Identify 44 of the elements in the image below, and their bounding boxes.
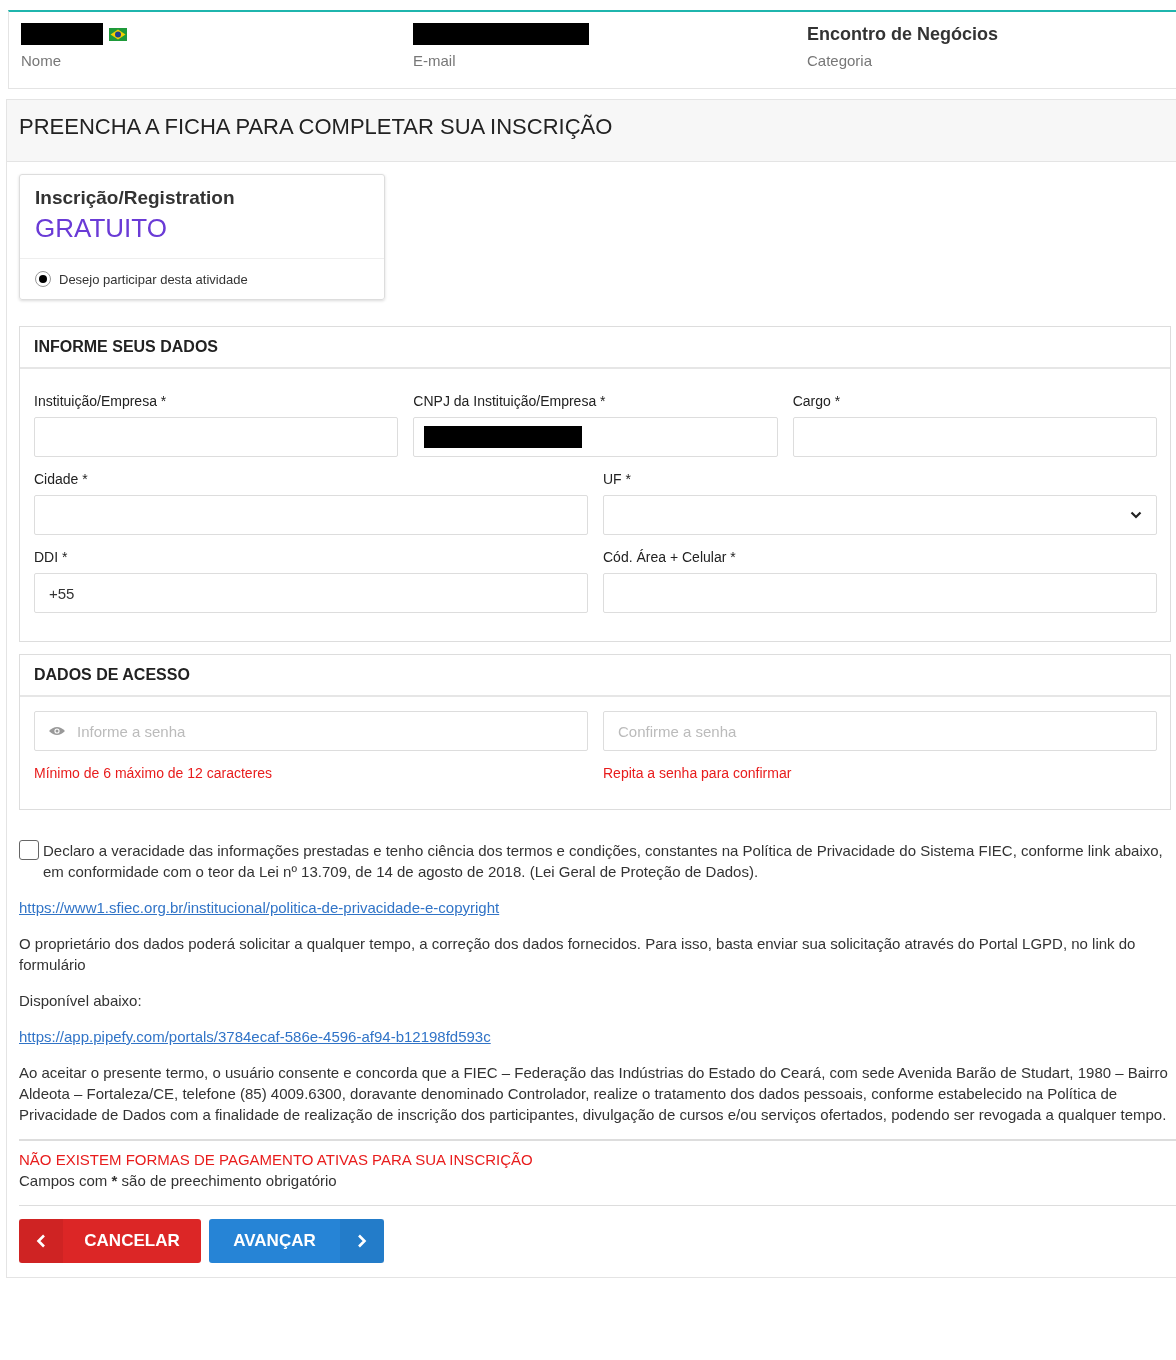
next-button[interactable]: AVANÇAR xyxy=(209,1219,384,1263)
chevron-right-icon xyxy=(357,1234,367,1248)
ticket-price: GRATUITO xyxy=(35,213,168,244)
input-field[interactable]: +55 xyxy=(34,573,588,613)
paragraph: Disponível abaixo: xyxy=(19,991,143,1011)
field-label: DDI * xyxy=(34,549,69,565)
input-field[interactable] xyxy=(792,417,1157,457)
input-field[interactable] xyxy=(34,417,399,457)
consent-text: Declaro a veracidade das informações prestadas e tenho ciência dos termos e condições, constantes na Política de Privacidade do Sistema FIEC, conforme link abaixo, em conformidade com o teor da Lei nº 13.709, de 14 de agosto de 2018. (Lei Geral de Proteção de Dados). xyxy=(43,841,1164,882)
input-field[interactable] xyxy=(34,495,588,535)
paragraph: Ao aceitar o presente termo, o usuário consente e concorda que a FIEC – Federação das Indústrias do Estado do Ceará, com sede Avenida Barão de Studart, 1980 – Bairro Aldeota – Fortaleza/CE, telefone (85) 4009.6300, doravante denominado Controlador, realize o tratamento dos dados pessoais, conforme estabelecido na Política de Privacidade de Dados com a finalidade de realização de inscrição dos participantes, divulgação de cursos e/ou serviços ofertados, podendo ser revogada a qualquer tempo. xyxy=(19,1063,1169,1125)
field-label: Cidade * xyxy=(34,471,89,487)
placeholder-text: Confirme a senha xyxy=(618,722,737,740)
cancel-button[interactable]: CANCELAR xyxy=(19,1219,201,1263)
link[interactable]: https://www1.sfiec.org.br/institucional/politica-de-privacidade-e-copyright xyxy=(19,899,500,916)
field-label: Cód. Área + Celular * xyxy=(603,549,737,565)
hint-text: Repita a senha para confirmar xyxy=(603,765,793,781)
input-field[interactable] xyxy=(413,417,778,457)
link[interactable]: https://app.pipefy.com/portals/3784ecaf-586e-4596-af94-b12198fd593c xyxy=(19,1028,491,1045)
option-label: Desejo participar desta atividade xyxy=(59,271,248,287)
field-label: CNPJ da Instituição/Empresa * xyxy=(413,393,607,409)
section-title: DADOS DE ACESSO xyxy=(20,655,1170,697)
hint-text: Mínimo de 6 máximo de 12 caracteres xyxy=(34,765,274,781)
field-label: UF * xyxy=(603,471,632,487)
form-title: PREENCHA A FICHA PARA COMPLETAR SUA INSCRIÇÃO xyxy=(7,100,1176,162)
field-label: Nome xyxy=(21,52,62,69)
ticket-title: Inscrição/Registration xyxy=(35,187,236,209)
input-field[interactable] xyxy=(603,573,1157,613)
eye-icon xyxy=(49,726,65,736)
chevron-left-icon xyxy=(36,1234,46,1248)
placeholder-text: Informe a senha xyxy=(77,722,186,740)
category-value: Encontro de Negócios xyxy=(807,23,999,45)
field-label: Cargo * xyxy=(792,393,842,409)
field-label: E-mail xyxy=(413,52,457,69)
required-note: Campos com * são de preechimento obrigatório xyxy=(19,1172,338,1189)
payment-notice: NÃO EXISTEM FORMAS DE PAGAMENTO ATIVAS PARA SUA INSCRIÇÃO xyxy=(19,1151,534,1168)
chevron-down-icon xyxy=(1130,511,1142,519)
radio-button[interactable] xyxy=(35,271,51,287)
checkbox[interactable] xyxy=(19,840,39,860)
field-label: Categoria xyxy=(807,52,874,69)
field-label: Instituição/Empresa * xyxy=(34,393,168,409)
select-field[interactable] xyxy=(603,495,1157,535)
section-title: INFORME SEUS DADOS xyxy=(20,327,1170,369)
paragraph: O proprietário dos dados poderá solicitar a qualquer tempo, a correção dos dados fornecidos. Para isso, basta enviar sua solicitação através do Portal LGPD, no link do formulário xyxy=(19,934,1137,975)
